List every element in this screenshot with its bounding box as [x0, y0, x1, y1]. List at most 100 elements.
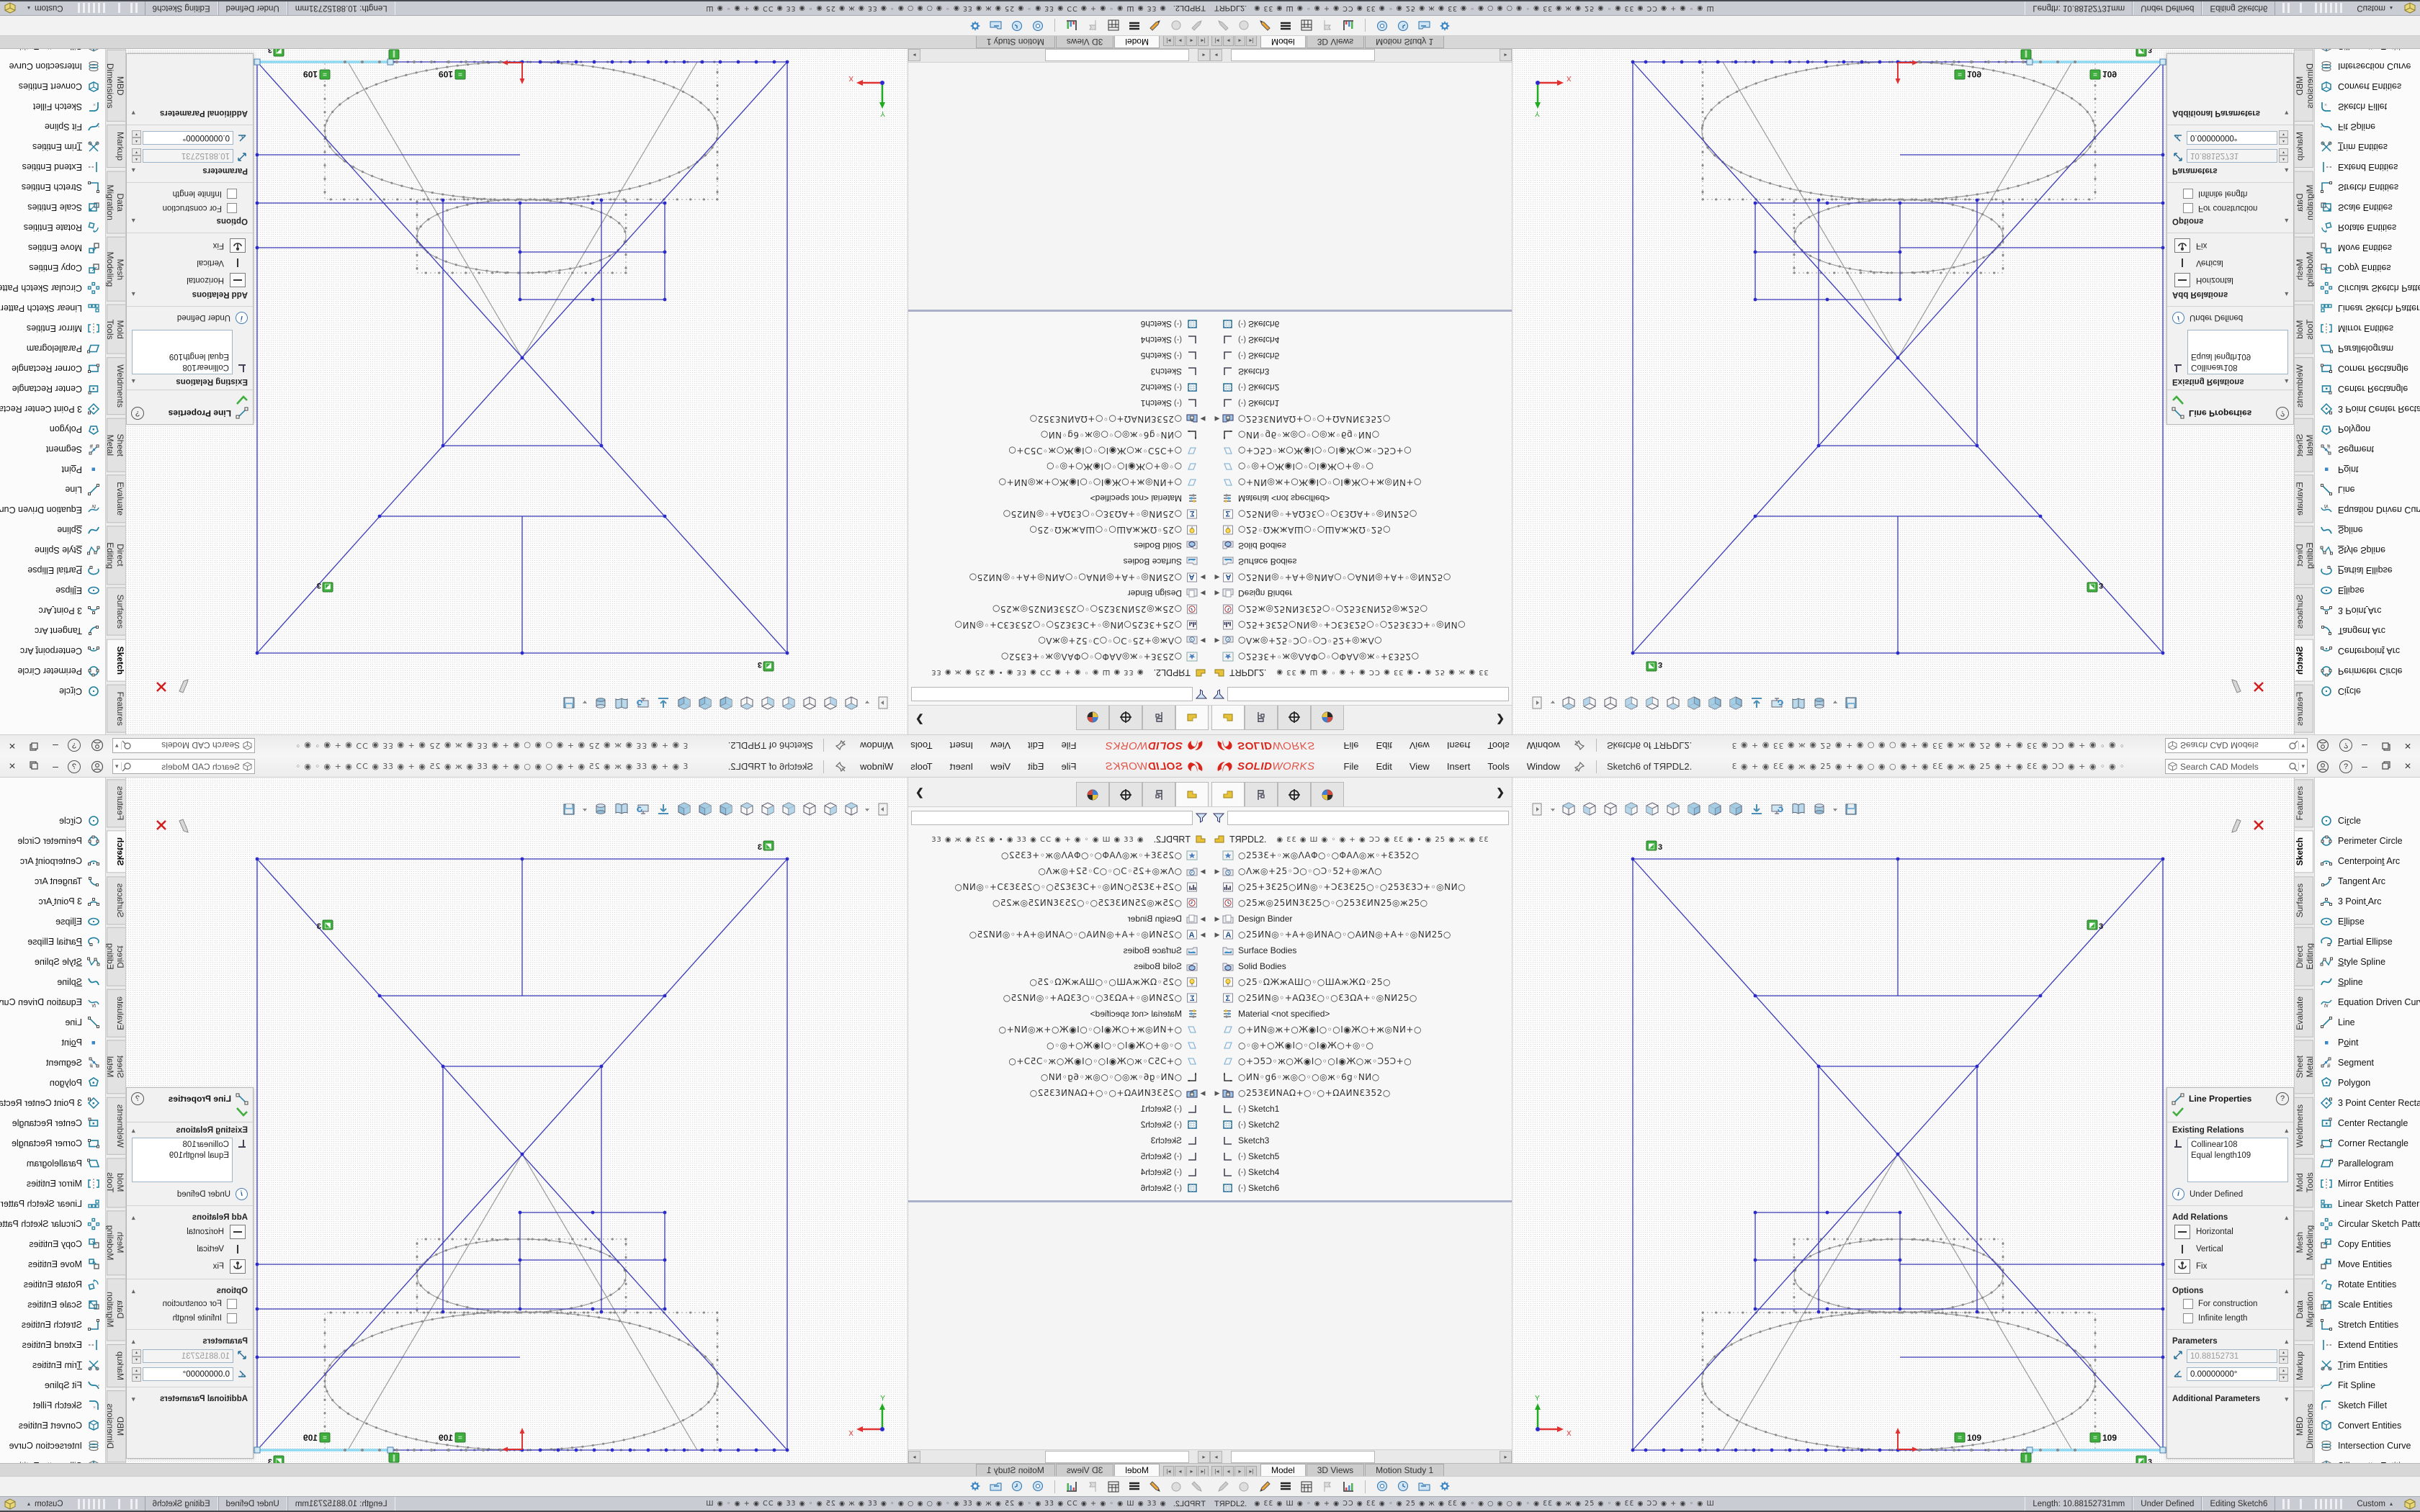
scroll-track[interactable]	[1222, 1451, 1500, 1463]
tool-stretch-entities[interactable]: Stretch Entities	[0, 1315, 105, 1335]
pm-section-existing[interactable]: Existing Relations▴	[2167, 1122, 2293, 1136]
add-relation-horizontal[interactable]: Horizontal	[127, 271, 253, 289]
scroll-track[interactable]	[1222, 49, 1500, 61]
tree-item-sketch2[interactable]: (-)Sketch2	[1213, 379, 1512, 395]
tool-spline[interactable]: Spline	[0, 972, 105, 992]
add-relation-horizontal[interactable]: Horizontal	[2167, 271, 2293, 289]
panel-expand-chevron[interactable]: ❯	[1496, 714, 1505, 726]
add-relation-horizontal[interactable]: Horizontal	[2167, 1223, 2293, 1241]
tree-item-plane[interactable]: ○+Ɔ5Ɔ◦ж○Ж◉Ι○◦○Ι◉Ж○ж◦Ɔ5Ɔ+○	[908, 443, 1207, 459]
tree-item-sketch5[interactable]: (-)Sketch5	[908, 1148, 1207, 1164]
account-icon[interactable]	[89, 739, 105, 752]
option-infinite-length[interactable]: Infinite length	[2167, 186, 2293, 201]
checkbox[interactable]	[2183, 1313, 2193, 1323]
expand-arrow[interactable]: ▶	[1213, 931, 1222, 939]
graphics-area[interactable]: =109=109◩3◩3◩3∥YX Line Properties ? Exis…	[1512, 48, 2294, 734]
search-caret-icon[interactable]: ▾	[115, 762, 122, 770]
tab-mbd-dimensions[interactable]: MBD Dimensions	[107, 1390, 125, 1462]
tool-ellipse[interactable]: Ellipse	[2315, 912, 2420, 932]
tab-weldments[interactable]: Weldments	[2295, 357, 2313, 415]
tool-3-point-center-recta-[interactable]: 3 Point Center Recta...	[0, 1093, 105, 1113]
menu-window[interactable]: Window	[851, 735, 902, 756]
spinner[interactable]: ▴▾	[2279, 131, 2288, 145]
stamp-muted-icon[interactable]	[1169, 1480, 1183, 1494]
scroll-track[interactable]	[920, 1451, 1198, 1463]
chart-icon[interactable]	[1341, 19, 1355, 33]
option-for-construction[interactable]: For construction	[127, 201, 253, 215]
tree-item-origin[interactable]: ○ИN◦g6◦ж◎○◦○◎ж◦6g◦NИ○	[1213, 1069, 1512, 1085]
tree-root[interactable]: TЯPDL2.◉ ƐƐ ◉ Ш ◉ ◦ ◉ + ◉ ƆƆ ◉ ƐƐ ◉ • ◉ …	[908, 832, 1207, 847]
expand-arrow[interactable]: ▶	[1213, 868, 1222, 876]
tool-circle[interactable]: Circle	[0, 811, 105, 831]
tool-copy-entities[interactable]: Copy Entities	[0, 258, 105, 278]
tool-corner-rectangle[interactable]: Corner Rectangle	[2315, 1133, 2420, 1153]
menu-file[interactable]: File	[1053, 735, 1085, 756]
tree-item-design-binder[interactable]: ▶Design Binder	[908, 911, 1207, 927]
tool-3-point-arc[interactable]: 3 Point Arc	[2315, 600, 2420, 621]
tool-partial-ellipse[interactable]: Partial Ellipse	[2315, 560, 2420, 580]
pin-icon[interactable]	[1574, 762, 1585, 772]
doc-tab-motion-study-1[interactable]: Motion Study 1	[1365, 1464, 1444, 1477]
tab-direct-editing[interactable]: Direct Editing	[107, 927, 125, 986]
tab-direct-editing[interactable]: Direct Editing	[107, 526, 125, 585]
panel-tab-1[interactable]	[1142, 706, 1175, 730]
tab-nav-buttons[interactable]: |◂◂▸▸|	[1162, 35, 1209, 46]
tool-scale-entities[interactable]: Scale Entities	[0, 197, 105, 217]
menu-file[interactable]: File	[1335, 756, 1368, 777]
expand-arrow[interactable]: ▶	[1198, 574, 1207, 582]
status-display-mode[interactable]: Custom▴	[2349, 4, 2400, 13]
spin-up[interactable]: ▴	[132, 1349, 141, 1356]
tool-segment[interactable]: #Segment	[2315, 439, 2420, 459]
tree-item-sketch5[interactable]: (-)Sketch5	[908, 348, 1207, 364]
tool-rotate-entities[interactable]: Rotate Entities	[2315, 1274, 2420, 1295]
length-input[interactable]: 10.88152731	[2187, 1349, 2277, 1363]
doc-tab-model[interactable]: Model	[1260, 1464, 1306, 1477]
tool-rotate-entities[interactable]: Rotate Entities	[2315, 217, 2420, 238]
tab-nav-0[interactable]: |◂	[1211, 35, 1222, 46]
tree-item-surface-bodies[interactable]: Surface Bodies	[908, 942, 1207, 958]
tree-root[interactable]: TЯPDL2.◉ ƐƐ ◉ Ш ◉ ◦ ◉ + ◉ ƆƆ ◉ ƐƐ ◉ • ◉ …	[1213, 665, 1512, 680]
tool-rotate-entities[interactable]: Rotate Entities	[0, 1274, 105, 1295]
tool-scale-entities[interactable]: Scale Entities	[2315, 197, 2420, 217]
tool-move-entities[interactable]: Move Entities	[2315, 1254, 2420, 1274]
tree-item-lockfolder[interactable]: ▶○253ƐИNAΩ+○◦○+ΩAИNƐ352○	[908, 411, 1207, 427]
tool-parallelogram[interactable]: Parallelogram	[0, 338, 105, 359]
tab-evaluate[interactable]: Evaluate	[107, 475, 125, 523]
tree-item-plane[interactable]: ○+Ɔ5Ɔ◦ж○Ж◉Ι○◦○Ι◉Ж○ж◦Ɔ5Ɔ+○	[1213, 1053, 1512, 1069]
spin-down[interactable]: ▾	[132, 1356, 141, 1364]
tab-nav-2[interactable]: ▸	[1175, 1466, 1186, 1477]
pm-section-add-relations[interactable]: Add Relations▴	[127, 1210, 253, 1223]
tree-item-solid-bodies[interactable]: Solid Bodies	[1213, 958, 1512, 974]
tree-item-plane[interactable]: ○+ИN◎ж+○Ж◉Ι○◦○Ι◉Ж○+ж◎NИ+○	[1213, 1022, 1512, 1038]
tree-item-sketch1[interactable]: (-)Sketch1	[1213, 395, 1512, 411]
pm-help-icon[interactable]: ?	[2276, 407, 2289, 420]
pm-section-existing[interactable]: Existing Relations▴	[127, 376, 253, 390]
tree-item-lockfolder[interactable]: ▶○253ƐИNAΩ+○◦○+ΩAИNƐ352○	[1213, 1085, 1512, 1101]
tool-silhouette-entities[interactable]: Silhouette Entities	[2315, 48, 2420, 56]
tool-corner-rectangle[interactable]: Corner Rectangle	[2315, 359, 2420, 379]
tab-features[interactable]: Features	[2295, 779, 2313, 827]
tool-perimeter-circle[interactable]: Perimeter Circle	[0, 831, 105, 851]
pm-section-add-relations[interactable]: Add Relations▴	[2167, 289, 2293, 302]
pm-ok-button[interactable]	[127, 390, 253, 405]
tool-style-spline[interactable]: Style Spline	[2315, 540, 2420, 560]
tool-perimeter-circle[interactable]: Perimeter Circle	[0, 661, 105, 681]
tree-item-lights[interactable]: ○25◦ΩЖжAШ○◦○ШAжЖΩ◦25○	[908, 974, 1207, 990]
flag-muted-icon[interactable]	[1320, 19, 1335, 33]
tool-parallelogram[interactable]: Parallelogram	[2315, 1153, 2420, 1174]
tab-weldments[interactable]: Weldments	[107, 357, 125, 415]
spin-down[interactable]: ▾	[132, 130, 141, 138]
checkbox[interactable]	[2183, 203, 2193, 213]
angle-input[interactable]: 0.00000000°	[2187, 131, 2277, 145]
gear-blue-icon[interactable]	[1031, 1480, 1045, 1494]
tree-item-sketch2[interactable]: (-)Sketch2	[908, 1117, 1207, 1133]
spinner[interactable]: ▴▾	[132, 131, 141, 145]
folder-blue-icon[interactable]	[1417, 19, 1431, 33]
tool-3-point-center-recta-[interactable]: 3 Point Center Recta...	[2315, 1093, 2420, 1113]
tree-item-history[interactable]: ▶○Λж◎+25◦Ɔ○◦○Ɔ◦52+◎жΛ○	[1213, 863, 1512, 879]
tool-linear-sketch-pattern[interactable]: Linear Sketch Pattern	[0, 298, 105, 318]
spinner[interactable]: ▴▾	[132, 1367, 141, 1381]
tab-mesh-modeling[interactable]: Mesh Modeling	[2295, 1210, 2313, 1275]
tab-nav-2[interactable]: ▸	[1175, 35, 1186, 46]
pm-section-parameters[interactable]: Parameters▴	[2167, 165, 2293, 179]
